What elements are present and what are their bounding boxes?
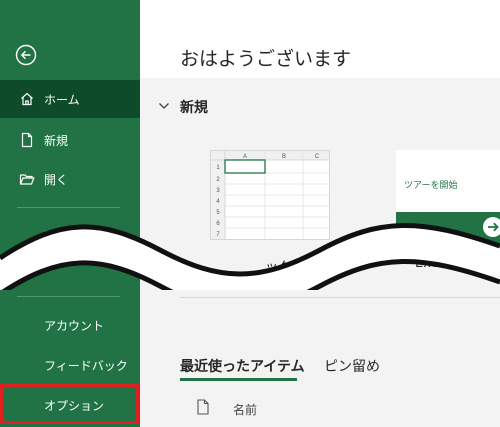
template-thumbnail-text: ツアーを開始 [404,181,458,191]
new-document-icon [21,132,33,148]
tab-selected-underline [180,378,297,381]
sidebar-item-new[interactable]: 新規 [0,121,140,159]
chevron-down-icon[interactable] [158,101,170,111]
wavy-cut-overlay [0,223,500,290]
tab-pinned[interactable]: ピン留め [324,356,380,376]
file-icon [197,399,209,415]
sidebar-item-label: ホーム [44,93,80,107]
options-highlight-box [0,384,139,424]
svg-text:C: C [315,154,320,160]
svg-text:B: B [282,154,286,160]
sidebar-item-label: フィードバック [44,359,128,373]
section-divider [180,297,500,298]
svg-text:A: A [243,154,247,160]
back-arrow-icon[interactable] [15,44,37,66]
column-header-name[interactable]: 名前 [233,401,257,418]
sidebar-item-label: 新規 [44,134,69,148]
home-icon [21,92,33,106]
sidebar-item-label: 開く [44,173,69,187]
open-folder-icon [19,174,35,185]
sidebar-item-home[interactable]: ホーム [0,80,140,118]
sidebar-item-label: アカウント [44,319,105,333]
sidebar-divider [17,296,120,297]
section-title-new: 新規 [180,100,208,116]
greeting-band: おはようございます [140,0,500,78]
tab-recent[interactable]: 最近使ったアイテム [180,356,305,376]
sidebar-item-account[interactable]: アカウント [0,306,140,344]
page-title: おはようございます [180,48,352,70]
sidebar-item-open[interactable]: 開く [0,160,140,198]
sidebar-item-feedback[interactable]: フィードバック [0,346,140,384]
